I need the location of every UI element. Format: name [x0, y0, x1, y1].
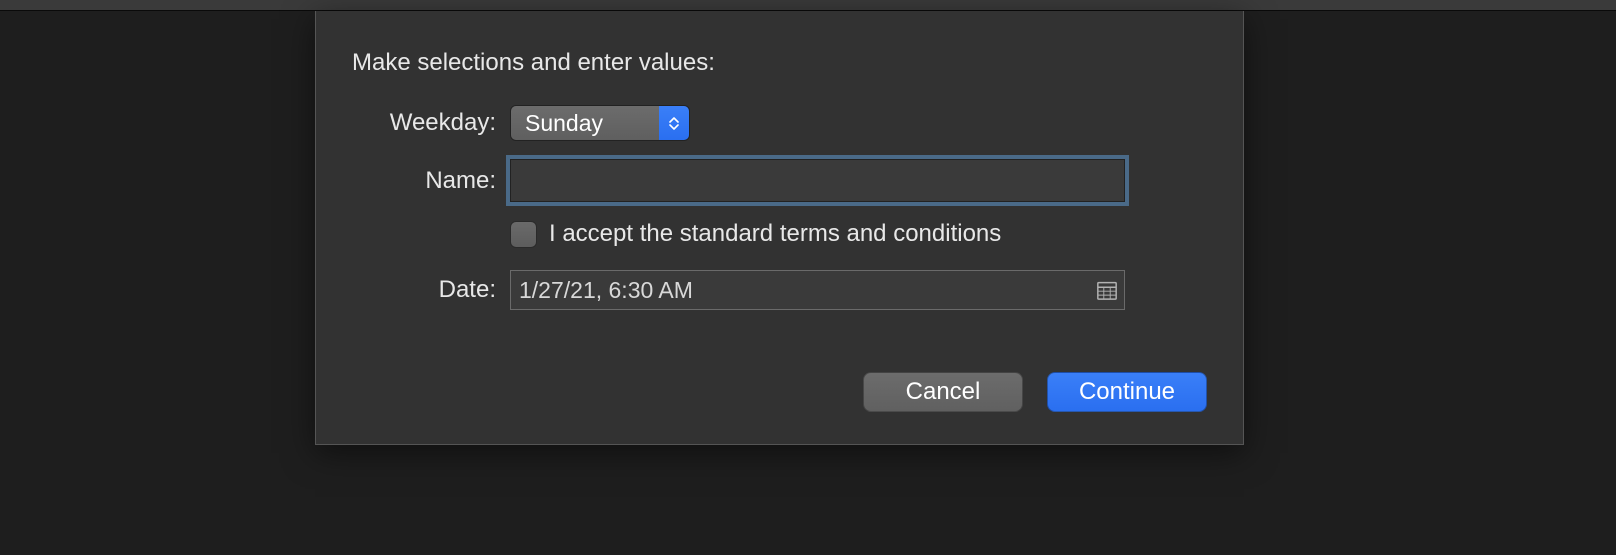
- name-row: Name:: [352, 159, 1207, 202]
- date-value: 1/27/21, 6:30 AM: [519, 277, 1096, 304]
- weekday-select-value: Sunday: [511, 106, 659, 140]
- weekday-select[interactable]: Sunday: [510, 105, 690, 141]
- dialog-heading: Make selections and enter values:: [352, 49, 1207, 77]
- cancel-button[interactable]: Cancel: [863, 372, 1023, 412]
- form-dialog: Make selections and enter values: Weekda…: [315, 11, 1244, 445]
- name-input[interactable]: [510, 159, 1125, 202]
- terms-checkbox[interactable]: [510, 221, 537, 248]
- weekday-row: Weekday: Sunday: [352, 105, 1207, 141]
- continue-button[interactable]: Continue: [1047, 372, 1207, 412]
- date-input[interactable]: 1/27/21, 6:30 AM: [510, 270, 1125, 310]
- stepper-arrows-icon: [659, 106, 689, 140]
- terms-row: I accept the standard terms and conditio…: [352, 220, 1207, 248]
- calendar-icon[interactable]: [1096, 279, 1118, 301]
- window-toolbar: [0, 0, 1616, 11]
- date-label: Date:: [352, 276, 510, 304]
- name-label: Name:: [352, 167, 510, 195]
- terms-label: I accept the standard terms and conditio…: [549, 220, 1001, 248]
- dialog-buttons: Cancel Continue: [863, 372, 1207, 412]
- weekday-label: Weekday:: [352, 109, 510, 137]
- date-row: Date: 1/27/21, 6:30 AM: [352, 270, 1207, 310]
